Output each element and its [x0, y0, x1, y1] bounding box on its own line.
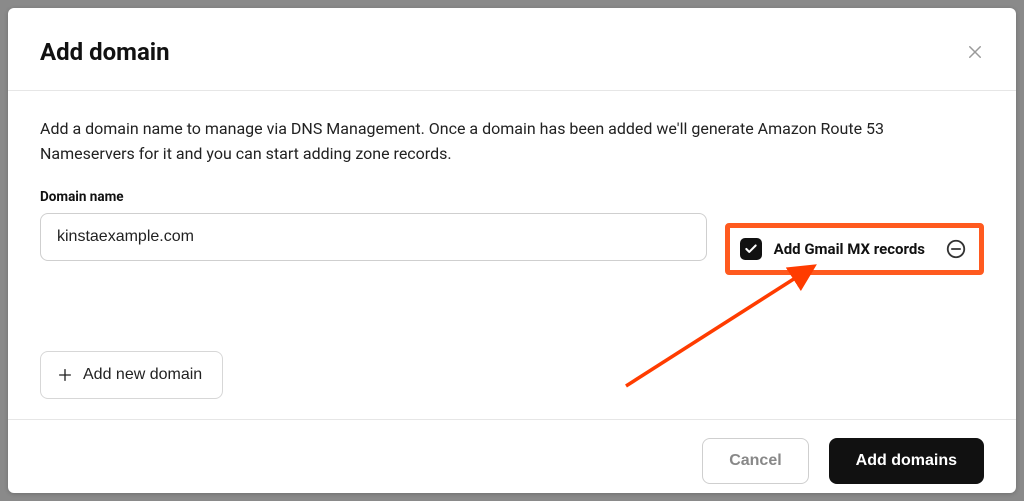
modal-body: Add a domain name to manage via DNS Mana… [8, 91, 1016, 419]
gmail-mx-option: Add Gmail MX records [725, 223, 984, 275]
cancel-button[interactable]: Cancel [702, 438, 808, 484]
domain-name-input[interactable] [40, 213, 707, 261]
add-new-domain-label: Add new domain [83, 366, 202, 384]
modal-footer: Cancel Add domains [8, 419, 1016, 496]
annotation-arrow-icon [616, 256, 836, 396]
gmail-mx-label: Add Gmail MX records [774, 240, 925, 258]
modal-header: Add domain [8, 8, 1016, 91]
remove-domain-icon[interactable] [945, 238, 967, 260]
close-icon[interactable] [966, 43, 984, 61]
add-domains-button[interactable]: Add domains [829, 438, 984, 484]
add-domain-modal: Add domain Add a domain name to manage v… [8, 8, 1016, 493]
modal-title: Add domain [40, 38, 170, 66]
gmail-mx-highlight: Add Gmail MX records [725, 223, 984, 275]
domain-name-label: Domain name [40, 189, 984, 205]
gmail-mx-checkbox[interactable] [740, 238, 762, 260]
plus-icon [57, 367, 73, 383]
domain-row: Add Gmail MX records [40, 213, 984, 275]
add-new-domain-button[interactable]: Add new domain [40, 351, 223, 399]
modal-description: Add a domain name to manage via DNS Mana… [40, 117, 940, 167]
